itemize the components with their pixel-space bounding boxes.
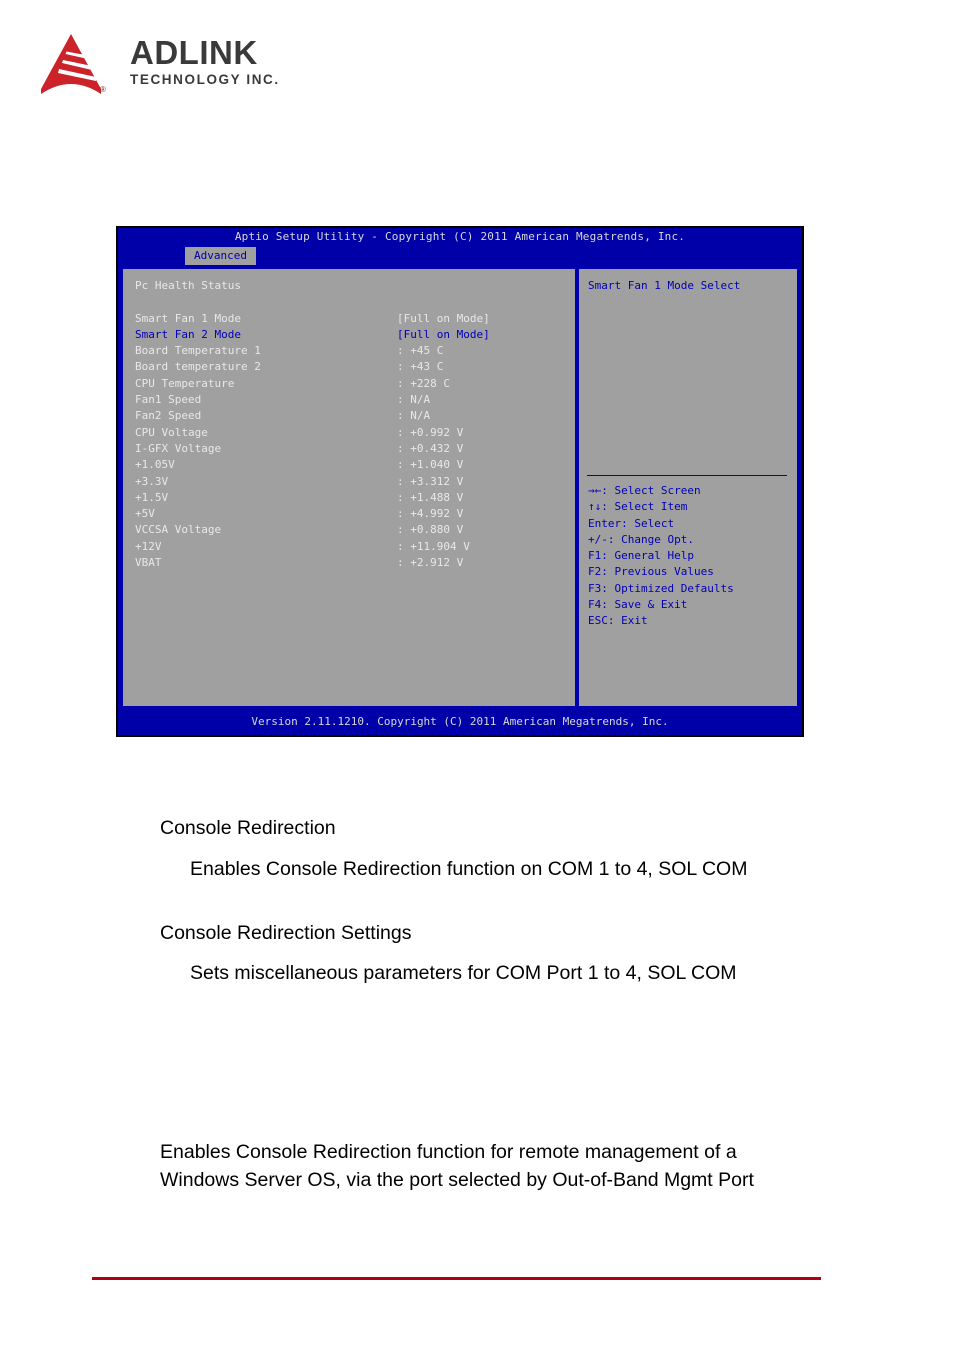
bios-setting-value: [Full on Mode] <box>397 311 490 325</box>
bios-setting-value: : +43 C <box>397 360 444 374</box>
bios-setting-row[interactable]: +1.05V : +1.040 V <box>135 458 567 474</box>
brand-name: ADLINK <box>130 34 258 71</box>
section-title: Pc Health Status <box>135 279 241 292</box>
bios-setting-value: : +1.488 V <box>397 490 464 504</box>
paragraph-console-redirection-settings: Sets miscellaneous parameters for COM Po… <box>190 962 737 984</box>
adlink-triangle-icon <box>38 33 104 95</box>
bios-setting-row[interactable]: VCCSA Voltage : +0.880 V <box>135 523 567 539</box>
key-legend-item: F4: Save & Exit <box>588 598 688 612</box>
bios-setting-label: +1.05V <box>135 458 175 472</box>
bios-setting-value: : +45 C <box>397 344 444 358</box>
brand-logo: ® ADLINK TECHNOLOGY INC. <box>38 33 298 97</box>
bios-setting-label: Fan2 Speed <box>135 409 202 423</box>
bios-setting-value: : +2.912 V <box>397 556 464 570</box>
key-legend-item: ↑↓: Select Item <box>588 500 688 514</box>
bios-setting-row[interactable]: +3.3V : +3.312 V <box>135 475 567 491</box>
bios-setting-value: : +1.040 V <box>397 458 464 472</box>
bios-setting-value: : +228 C <box>397 376 450 390</box>
bios-setting-row[interactable]: Smart Fan 2 Mode [Full on Mode] <box>135 328 567 344</box>
bios-title: Aptio Setup Utility - Copyright (C) 2011… <box>234 230 686 243</box>
key-legend-item: F2: Previous Values <box>588 565 714 579</box>
key-legend-item: ESC: Exit <box>588 614 648 628</box>
bios-setting-row[interactable]: Fan2 Speed : N/A <box>135 409 567 425</box>
bios-setting-value: : +0.992 V <box>397 425 464 439</box>
key-legend-item: F3: Optimized Defaults <box>588 581 734 595</box>
bios-setting-label: Board Temperature 1 <box>135 344 261 358</box>
bios-setting-row[interactable]: I-GFX Voltage : +0.432 V <box>135 442 567 458</box>
bios-footer: Version 2.11.1210. Copyright (C) 2011 Am… <box>118 712 802 731</box>
bios-setting-label: I-GFX Voltage <box>135 441 222 455</box>
bios-setting-value: : +4.992 V <box>397 507 464 521</box>
settings-rows: Smart Fan 1 Mode [Full on Mode] Smart Fan … <box>135 312 567 573</box>
bios-setting-row[interactable]: +1.5V : +1.488 V <box>135 491 567 507</box>
paragraph-out-of-band-mgmt: Enables Console Redirection function for… <box>160 1141 754 1191</box>
bios-setting-value: : +3.312 V <box>397 474 464 488</box>
bios-setting-value: : N/A <box>397 393 431 407</box>
bios-help-panel: Smart Fan 1 Mode Select →←: Select Scree… <box>577 267 799 708</box>
key-legend-item: Enter: Select <box>588 516 675 530</box>
bios-screen: Aptio Setup Utility - Copyright (C) 2011… <box>118 228 802 735</box>
bios-setting-label: +3.3V <box>135 474 169 488</box>
bios-setting-label: +12V <box>135 539 162 553</box>
bios-setting-row[interactable]: +5V : +4.992 V <box>135 507 567 523</box>
bios-setting-label: Smart Fan 2 Mode <box>135 327 241 341</box>
spacer-row <box>135 295 567 311</box>
bios-setting-row[interactable]: VBAT : +2.912 V <box>135 556 567 572</box>
help-separator <box>587 475 787 476</box>
key-legend-item: +/-: Change Opt. <box>588 532 694 546</box>
key-legend: →←: Select Screen ↑↓: Select Item Enter: S… <box>588 484 734 631</box>
bios-setting-label: +1.5V <box>135 490 169 504</box>
bios-body: Pc Health Status Smart Fan 1 Mode [Full o… <box>121 267 799 708</box>
brand-tagline: TECHNOLOGY INC. <box>130 72 280 87</box>
bios-screenshot: Aptio Setup Utility - Copyright (C) 2011… <box>116 226 804 737</box>
bios-setting-row[interactable]: Board temperature 2 : +43 C <box>135 360 567 376</box>
help-text: Smart Fan 1 Mode Select <box>588 279 741 292</box>
bios-setting-value: : +0.880 V <box>397 523 464 537</box>
bios-setting-value: : N/A <box>397 409 431 423</box>
bios-setting-row[interactable]: Fan1 Speed : N/A <box>135 393 567 409</box>
heading-console-redirection-settings: Console Redirection Settings <box>160 922 412 944</box>
registered-mark: ® <box>100 85 106 94</box>
bios-setting-label: CPU Temperature <box>135 376 235 390</box>
bios-setting-label: Smart Fan 1 Mode <box>135 311 241 325</box>
settings-list: Pc Health Status Smart Fan 1 Mode [Full o… <box>135 279 567 572</box>
bios-tab-bar: Advanced <box>118 246 802 265</box>
bios-setting-value: [Full on Mode] <box>397 327 490 341</box>
bios-setting-value: : +11.904 V <box>397 539 470 553</box>
bios-setting-label: VBAT <box>135 556 162 570</box>
paragraph-console-redirection: Enables Console Redirection function on … <box>190 858 748 880</box>
key-legend-item: →←: Select Screen <box>588 484 701 497</box>
bios-setting-row[interactable]: CPU Temperature : +228 C <box>135 377 567 393</box>
tab-advanced[interactable]: Advanced <box>185 247 256 265</box>
bios-setting-row[interactable]: CPU Voltage : +0.992 V <box>135 426 567 442</box>
heading-console-redirection: Console Redirection <box>160 817 336 839</box>
bios-setting-row[interactable]: Board Temperature 1 : +45 C <box>135 344 567 360</box>
bios-setting-label: Board temperature 2 <box>135 360 261 374</box>
bios-setting-value: : +0.432 V <box>397 441 464 455</box>
brand-wordmark: ADLINK TECHNOLOGY INC. <box>130 35 280 88</box>
footer-rule <box>92 1277 821 1280</box>
bios-settings-panel: Pc Health Status Smart Fan 1 Mode [Full o… <box>121 267 577 708</box>
bios-setting-label: VCCSA Voltage <box>135 523 222 537</box>
bios-setting-label: +5V <box>135 507 155 521</box>
bios-setting-label: CPU Voltage <box>135 425 208 439</box>
bios-setting-label: Fan1 Speed <box>135 393 202 407</box>
bios-setting-row[interactable]: +12V : +11.904 V <box>135 540 567 556</box>
bios-setting-row[interactable]: Smart Fan 1 Mode [Full on Mode] <box>135 312 567 328</box>
key-legend-item: F1: General Help <box>588 549 694 563</box>
